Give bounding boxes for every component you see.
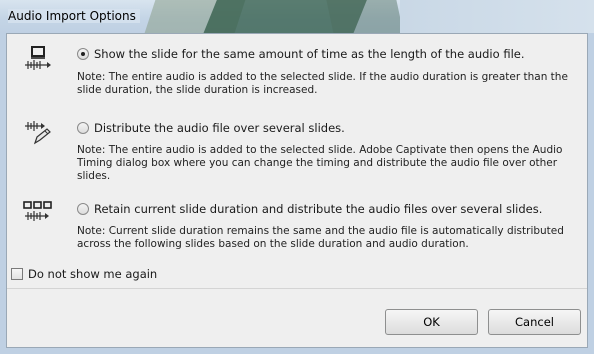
- option-radio-row[interactable]: Retain current slide duration and distri…: [77, 202, 542, 216]
- slide-audio-icon: [23, 46, 53, 74]
- window-title: Audio Import Options: [8, 9, 140, 23]
- distribute-audio-pencil-icon: [23, 119, 53, 147]
- radio-show-slide-audio-length[interactable]: [77, 48, 89, 60]
- option-label: Show the slide for the same amount of ti…: [94, 47, 525, 61]
- ok-button[interactable]: OK: [385, 309, 478, 335]
- option-radio-row[interactable]: Distribute the audio file over several s…: [77, 121, 345, 135]
- cancel-button[interactable]: Cancel: [488, 309, 581, 335]
- option-note: Note: The entire audio is added to the s…: [77, 71, 568, 96]
- option-label: Retain current slide duration and distri…: [94, 202, 543, 216]
- do-not-show-again-label: Do not show me again: [28, 267, 158, 281]
- radio-retain-slide-duration[interactable]: [77, 203, 89, 215]
- option-note: Note: The entire audio is added to the s…: [77, 144, 563, 182]
- option-label: Distribute the audio file over several s…: [94, 121, 345, 135]
- title-bar-glass: [325, 0, 405, 33]
- radio-distribute-audio[interactable]: [77, 122, 89, 134]
- title-bar[interactable]: Audio Import Options: [0, 0, 594, 33]
- option-note: Note: Current slide duration remains the…: [77, 225, 564, 250]
- window-frame: Show the slide for the same amount of ti…: [0, 33, 594, 354]
- multi-slide-audio-icon: [23, 200, 53, 228]
- divider: [7, 288, 587, 289]
- do-not-show-again-checkbox[interactable]: [11, 268, 23, 280]
- title-bar-glass: [400, 0, 594, 33]
- option-radio-row[interactable]: Show the slide for the same amount of ti…: [77, 47, 525, 61]
- do-not-show-again-row[interactable]: Do not show me again: [11, 267, 157, 281]
- dialog-body: Show the slide for the same amount of ti…: [6, 33, 588, 348]
